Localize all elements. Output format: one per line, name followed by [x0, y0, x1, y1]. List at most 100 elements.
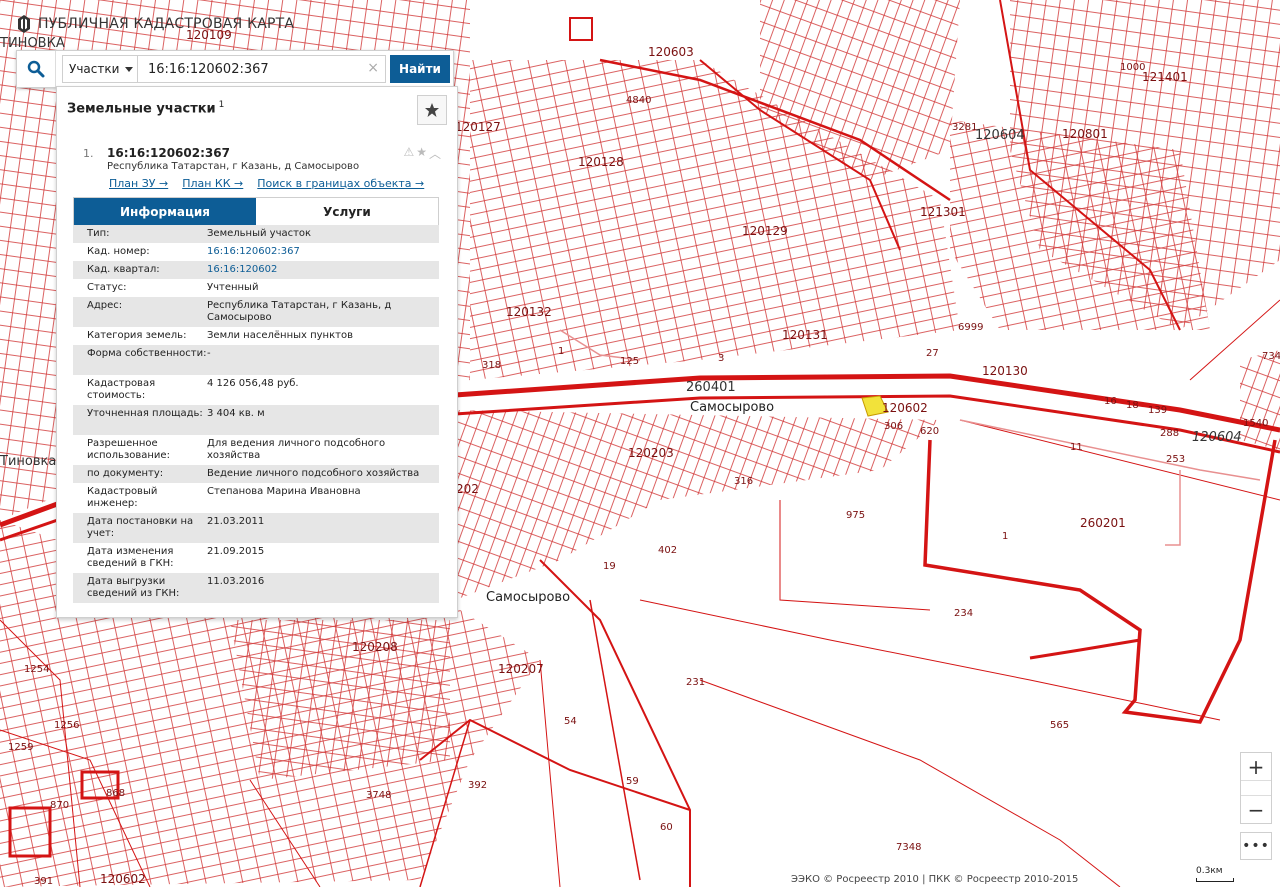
map-label: 1540 [1243, 418, 1269, 429]
map-label: 3281 [952, 122, 978, 133]
zoom-spacer [1241, 781, 1271, 795]
warning-icon[interactable]: ⚠ [403, 145, 414, 162]
result-actions: ⚠ ★ ︿ [403, 145, 441, 162]
info-key: Дата постановки на учет: [87, 516, 194, 539]
info-value: Республика Татарстан, г Казань, д Самосы… [207, 300, 392, 323]
panel-header: Земельные участки 1 [57, 87, 457, 129]
zoom-out-button[interactable]: − [1241, 796, 1271, 823]
map-label: 391 [34, 876, 54, 887]
result-links: План ЗУ → План КК → Поиск в границах объ… [109, 177, 424, 190]
plan-zu-link[interactable]: План ЗУ → [109, 177, 168, 190]
map-label: 11 [1070, 442, 1083, 453]
map-label: 18 [1126, 400, 1139, 411]
search-icon[interactable] [17, 51, 56, 87]
info-row: Разрешенное использование: Для ведения ли… [73, 435, 439, 465]
map-label: 19 [603, 561, 616, 572]
panel-title: Земельные участки 1 [67, 100, 224, 116]
info-key: Тип: [87, 228, 110, 239]
info-key: Дата выгрузки сведений из ГКН: [87, 576, 180, 599]
plan-kk-link[interactable]: План КК → [182, 177, 243, 190]
map-label: 60 [660, 822, 673, 833]
info-row: Кадастровый инженер: Степанова Марина Ива… [73, 483, 439, 513]
map-label: 120208 [352, 640, 398, 654]
more-tools-button[interactable]: ••• [1240, 832, 1272, 860]
find-button[interactable]: Найти [390, 55, 450, 83]
favorites-button[interactable] [417, 95, 447, 125]
info-row: Статус: Учтенный [73, 279, 439, 297]
map-label: 402 [658, 545, 678, 556]
search-type-value: Участки [69, 62, 120, 76]
search-query-text: 16:16:120602:367 [148, 61, 269, 77]
info-row: Адрес: Республика Татарстан, г Казань, д … [73, 297, 439, 327]
info-table: Тип: Земельный участок Кад. номер: 16:16:1… [73, 225, 439, 603]
info-row: Кад. квартал: 16:16:120602 [73, 261, 439, 279]
map-label: 120131 [782, 328, 828, 342]
info-key: Разрешенное использование: [87, 438, 170, 461]
app-header: ПУБЛИЧНАЯ КАДАСТРОВАЯ КАРТА [16, 12, 294, 36]
map-label: 120604 [975, 128, 1025, 143]
info-key: по документу: [87, 468, 164, 479]
map-label: 120801 [1062, 127, 1108, 141]
info-value: Степанова Марина Ивановна [207, 486, 361, 497]
map-label: 120207 [498, 662, 544, 676]
info-value-link[interactable]: 16:16:120602 [207, 264, 439, 276]
map-label: 316 [734, 476, 754, 487]
map-label: 3748 [366, 790, 392, 801]
info-value: Земельный участок [207, 228, 312, 239]
zoom-control: + − [1240, 752, 1272, 824]
map-label: 253 [1166, 454, 1186, 465]
zoom-in-button[interactable]: + [1241, 753, 1271, 780]
map-label: 1 [1002, 531, 1009, 542]
map-label: 565 [1050, 720, 1070, 731]
search-type-select[interactable]: Участки [62, 55, 138, 83]
search-in-bounds-link[interactable]: Поиск в границах объекта → [257, 177, 424, 190]
map-label: 4840 [626, 95, 652, 106]
info-key: Кадастровая стоимость: [87, 378, 156, 401]
info-row: Категория земель: Земли населённых пункто… [73, 327, 439, 345]
info-row: Форма собственности: - [73, 345, 439, 375]
result-count: 1 [218, 99, 225, 110]
info-row: Кад. номер: 16:16:120602:367 [73, 243, 439, 261]
map-label: 1 [558, 346, 565, 357]
info-key: Статус: [87, 282, 127, 293]
info-value: 21.09.2015 [207, 546, 265, 557]
map-label: 120130 [982, 364, 1028, 378]
map-label: 120602 [882, 401, 928, 415]
star-icon[interactable]: ★ [416, 145, 427, 162]
result-address: Республика Татарстан, г Казань, д Самосы… [107, 161, 360, 172]
info-key: Категория земель: [87, 330, 187, 341]
map-label: 120132 [506, 305, 552, 319]
chevron-up-icon[interactable]: ︿ [429, 145, 441, 162]
tab-services[interactable]: Услуги [256, 198, 438, 226]
info-key: Кад. квартал: [87, 264, 160, 275]
info-value: Земли населённых пунктов [207, 330, 353, 341]
map-label: 7348 [896, 842, 922, 853]
info-value-link[interactable]: 16:16:120602:367 [207, 246, 439, 258]
map-label: 6999 [958, 322, 984, 333]
tab-info[interactable]: Информация [74, 198, 256, 226]
map-label: 318 [482, 360, 502, 371]
close-icon[interactable]: × [367, 60, 379, 76]
map-label: 120603 [648, 45, 694, 59]
scale-bar-line [1196, 878, 1234, 882]
logo-icon [18, 15, 30, 33]
map-label: 120128 [578, 155, 624, 169]
map-label: 306 [884, 421, 904, 432]
info-tabs: Информация Услуги [73, 197, 439, 227]
result-index: 1. [83, 147, 94, 160]
info-key: Адрес: [87, 300, 123, 311]
panel-title-text: Земельные участки [67, 101, 216, 117]
map-label: 260201 [1080, 516, 1126, 530]
map-label: ТИНОВКА [0, 36, 65, 51]
map-label: 260401 [686, 380, 736, 395]
map-label: 870 [50, 800, 70, 811]
map-label: Tиновка [0, 454, 57, 469]
search-input[interactable]: 16:16:120602:367 × [138, 55, 386, 83]
info-key: Кадастровый инженер: [87, 486, 158, 509]
map-label: 868 [106, 788, 126, 799]
info-value: 3 404 кв. м [207, 408, 265, 419]
map-label: 120127 [455, 120, 501, 134]
map-label: 54 [564, 716, 577, 727]
map-label: 121401 [1142, 70, 1188, 84]
map-label: 1259 [8, 742, 34, 753]
